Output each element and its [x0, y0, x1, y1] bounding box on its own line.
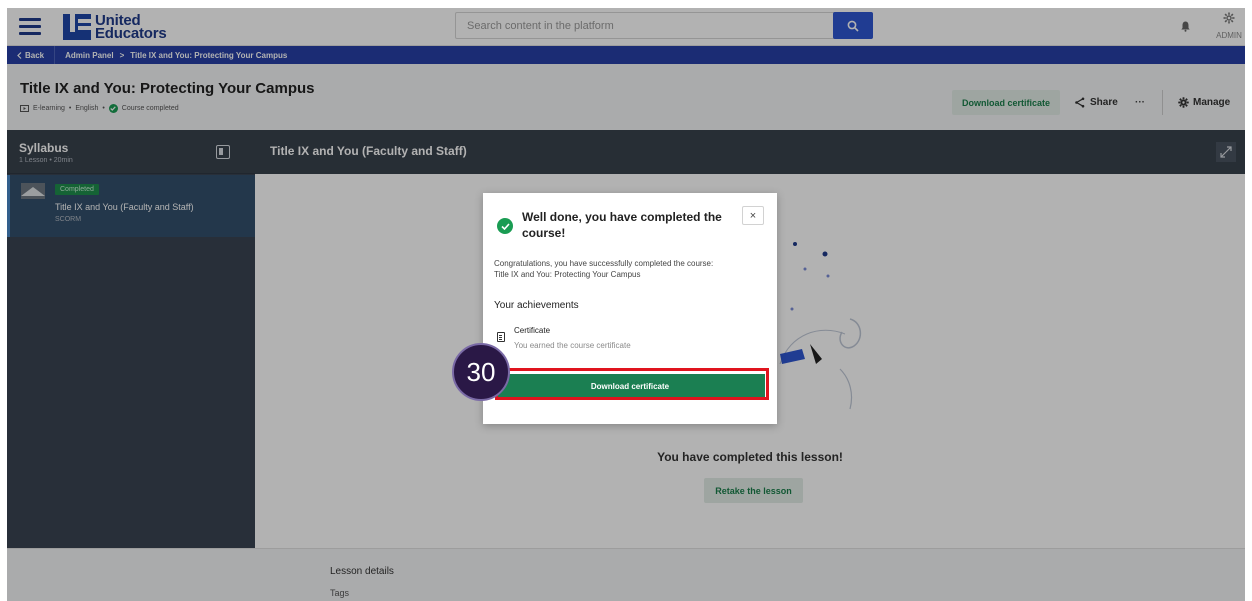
app-frame: United Educators ADMIN Back Admin Panel … [7, 8, 1245, 601]
modal-title: Well done, you have completed the course… [522, 210, 722, 240]
achievements-title: Your achievements [494, 300, 579, 311]
check-circle-icon [497, 218, 513, 234]
modal-message-line1: Congratulations, you have successfully c… [494, 259, 714, 268]
step-number-badge: 30 [452, 343, 510, 401]
highlight-box [495, 368, 769, 400]
certificate-icon [497, 332, 505, 342]
close-icon[interactable]: × [742, 206, 764, 225]
certificate-title: Certificate [514, 326, 551, 335]
modal-message-line2: Title IX and You: Protecting Your Campus [494, 270, 641, 279]
certificate-description: You earned the course certificate [514, 341, 631, 350]
modal-message: Congratulations, you have successfully c… [494, 258, 764, 280]
